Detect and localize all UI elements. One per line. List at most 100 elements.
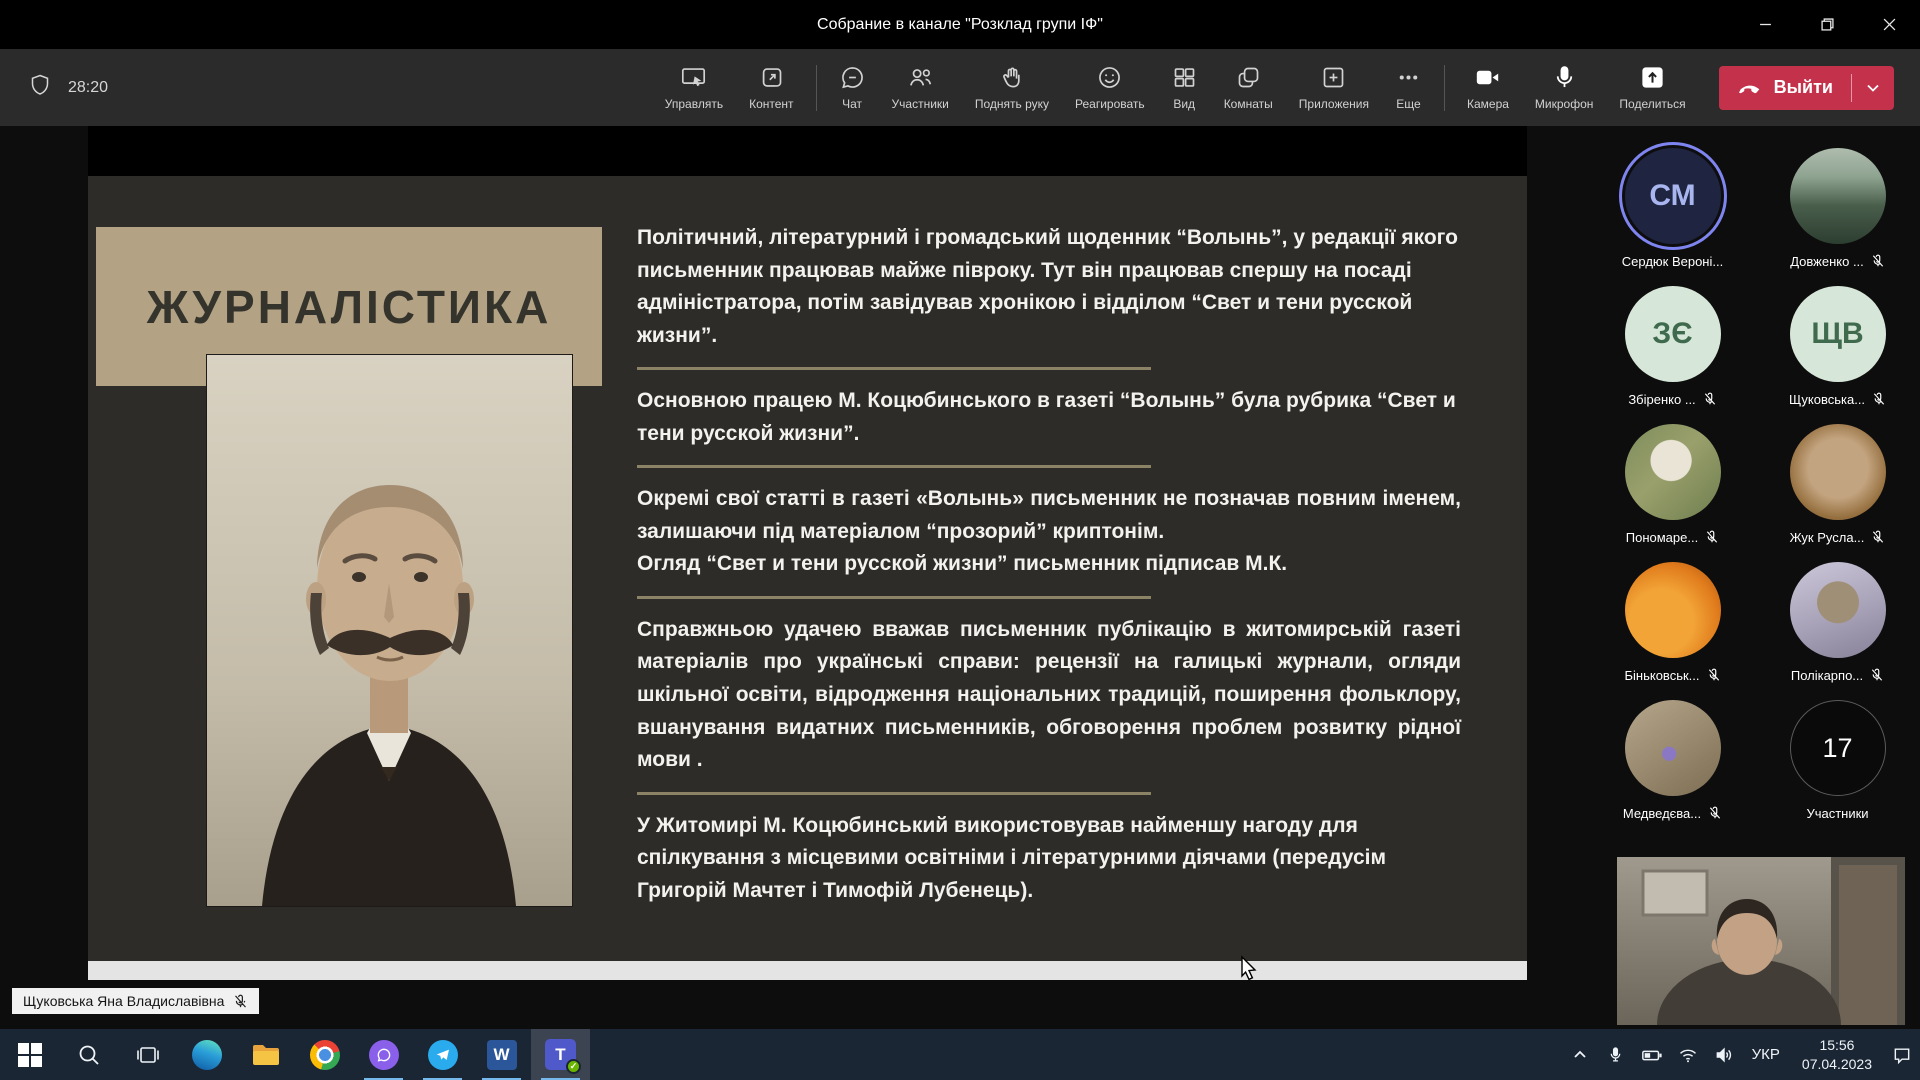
participant-name: Полікарпо... (1791, 668, 1863, 683)
slide-paragraph: Політичний, літературний і громадський щ… (637, 222, 1461, 352)
avatar-initials: ЗЄ (1625, 286, 1721, 382)
mic-muted-icon (1708, 806, 1722, 820)
participant-tile[interactable]: Довженко ... (1760, 148, 1915, 270)
avatar-initials-text: ЗЄ (1652, 317, 1692, 351)
telegram-icon (428, 1040, 458, 1070)
start-button[interactable] (0, 1029, 59, 1080)
tray-microphone-button[interactable] (1598, 1029, 1634, 1080)
minimize-button[interactable] (1734, 0, 1796, 49)
taskbar-telegram-button[interactable] (413, 1029, 472, 1080)
task-view-button[interactable] (118, 1029, 177, 1080)
leave-button[interactable]: Выйти (1719, 66, 1894, 110)
taskbar-teams-button[interactable]: T ✓ (531, 1029, 590, 1080)
participant-tile[interactable]: Жук Русла... (1760, 424, 1915, 546)
slide-paragraph: У Житомирі М. Коцюбинський використовува… (637, 810, 1461, 908)
language-indicator[interactable]: УКР (1742, 1046, 1790, 1063)
tray-volume-button[interactable] (1706, 1029, 1742, 1080)
taskbar-chrome-button[interactable] (295, 1029, 354, 1080)
titlebar: Собрание в канале "Розклад групи ІФ" (0, 0, 1920, 49)
slide-title: ЖУРНАЛІСТИКА (147, 280, 552, 334)
manage-button[interactable]: Управлять (652, 64, 736, 111)
mic-muted-icon (1872, 392, 1886, 406)
file-explorer-icon (251, 1040, 281, 1070)
participant-tile[interactable]: СМ Сердюк Вероні... (1595, 148, 1750, 270)
avatar-initials-text: СМ (1649, 179, 1695, 213)
hangup-icon (1737, 75, 1763, 101)
taskbar-clock[interactable]: 15:56 07.04.2023 (1790, 1036, 1884, 1072)
chat-label: Чат (842, 97, 862, 111)
participant-tile[interactable]: ЗЄ Збіренко ... (1595, 286, 1750, 408)
tray-mic-icon (1607, 1046, 1624, 1063)
slide-separator (637, 596, 1151, 599)
webcam-video (1617, 857, 1905, 1025)
mouse-cursor-icon (1238, 955, 1260, 985)
more-button[interactable]: Еще (1382, 64, 1435, 111)
view-button[interactable]: Вид (1158, 64, 1211, 111)
viber-icon (369, 1040, 399, 1070)
tray-battery-button[interactable] (1634, 1029, 1670, 1080)
microphone-icon (1551, 64, 1578, 91)
taskbar-viber-button[interactable] (354, 1029, 413, 1080)
content-button[interactable]: Контент (736, 64, 806, 111)
participant-name: Пономаре... (1626, 530, 1698, 545)
share-label: Поделиться (1619, 97, 1685, 111)
teams-status-badge: ✓ (566, 1059, 581, 1074)
taskbar-edge-button[interactable] (177, 1029, 236, 1080)
screen-control-icon (680, 64, 707, 91)
participant-tile[interactable]: Біньковськ... (1595, 562, 1750, 684)
raise-hand-button[interactable]: Поднять руку (962, 64, 1062, 111)
avatar-photo (1790, 424, 1886, 520)
react-smiley-icon (1096, 64, 1123, 91)
search-icon (77, 1043, 101, 1067)
participant-tile[interactable]: Пономаре... (1595, 424, 1750, 546)
share-content-icon (758, 64, 785, 91)
chat-icon (839, 64, 866, 91)
react-button[interactable]: Реагировать (1062, 64, 1158, 111)
toolbar-divider (816, 65, 817, 111)
participants-button[interactable]: Участники (879, 64, 962, 111)
camera-button[interactable]: Камера (1454, 64, 1522, 111)
raise-hand-label: Поднять руку (975, 97, 1049, 111)
action-center-button[interactable] (1884, 1029, 1920, 1080)
slide-separator (637, 465, 1151, 468)
avatar-initials: СМ (1625, 148, 1721, 244)
shield-icon (28, 73, 52, 102)
taskbar-explorer-button[interactable] (236, 1029, 295, 1080)
share-button[interactable]: Поделиться (1606, 64, 1698, 111)
rooms-button[interactable]: Комнаты (1211, 64, 1286, 111)
participants-label: Участники (892, 97, 949, 111)
self-video-tile[interactable] (1617, 857, 1905, 1025)
participant-name: Довженко ... (1790, 254, 1864, 269)
avatar-photo (1790, 562, 1886, 658)
apps-button[interactable]: Приложения (1286, 64, 1382, 111)
close-button[interactable] (1858, 0, 1920, 49)
content-label: Контент (749, 97, 793, 111)
tray-overflow-button[interactable] (1562, 1029, 1598, 1080)
avatar-photo (1625, 562, 1721, 658)
chat-button[interactable]: Чат (826, 64, 879, 111)
slide-separator (637, 792, 1151, 795)
microphone-button[interactable]: Микрофон (1522, 64, 1606, 111)
shared-window-scrollbar[interactable] (88, 961, 1527, 980)
participant-name: Біньковськ... (1625, 668, 1700, 683)
taskbar-search-button[interactable] (59, 1029, 118, 1080)
leave-options-button[interactable] (1852, 80, 1894, 96)
toolbar-divider (1444, 65, 1445, 111)
people-icon (907, 64, 934, 91)
presenter-name: Щуковська Яна Владиславівна (23, 993, 224, 1009)
chevron-down-icon (1865, 80, 1881, 96)
restore-button[interactable] (1796, 0, 1858, 49)
tray-network-button[interactable] (1670, 1029, 1706, 1080)
presentation-slide: ЖУРНАЛІСТИКА (88, 176, 1527, 961)
rooms-icon (1235, 64, 1262, 91)
window-title: Собрание в канале "Розклад групи ІФ" (0, 0, 1920, 49)
taskbar-time: 15:56 (1802, 1036, 1872, 1054)
teams-icon: T ✓ (545, 1039, 576, 1070)
taskbar-word-button[interactable]: W (472, 1029, 531, 1080)
wifi-icon (1678, 1045, 1698, 1065)
participants-count-tile[interactable]: 17 Участники (1760, 700, 1915, 822)
avatar-initials-text: ЩВ (1811, 317, 1863, 351)
participant-tile[interactable]: Медведєва... (1595, 700, 1750, 822)
participant-tile[interactable]: ЩВ Щуковська... (1760, 286, 1915, 408)
participant-tile[interactable]: Полікарпо... (1760, 562, 1915, 684)
